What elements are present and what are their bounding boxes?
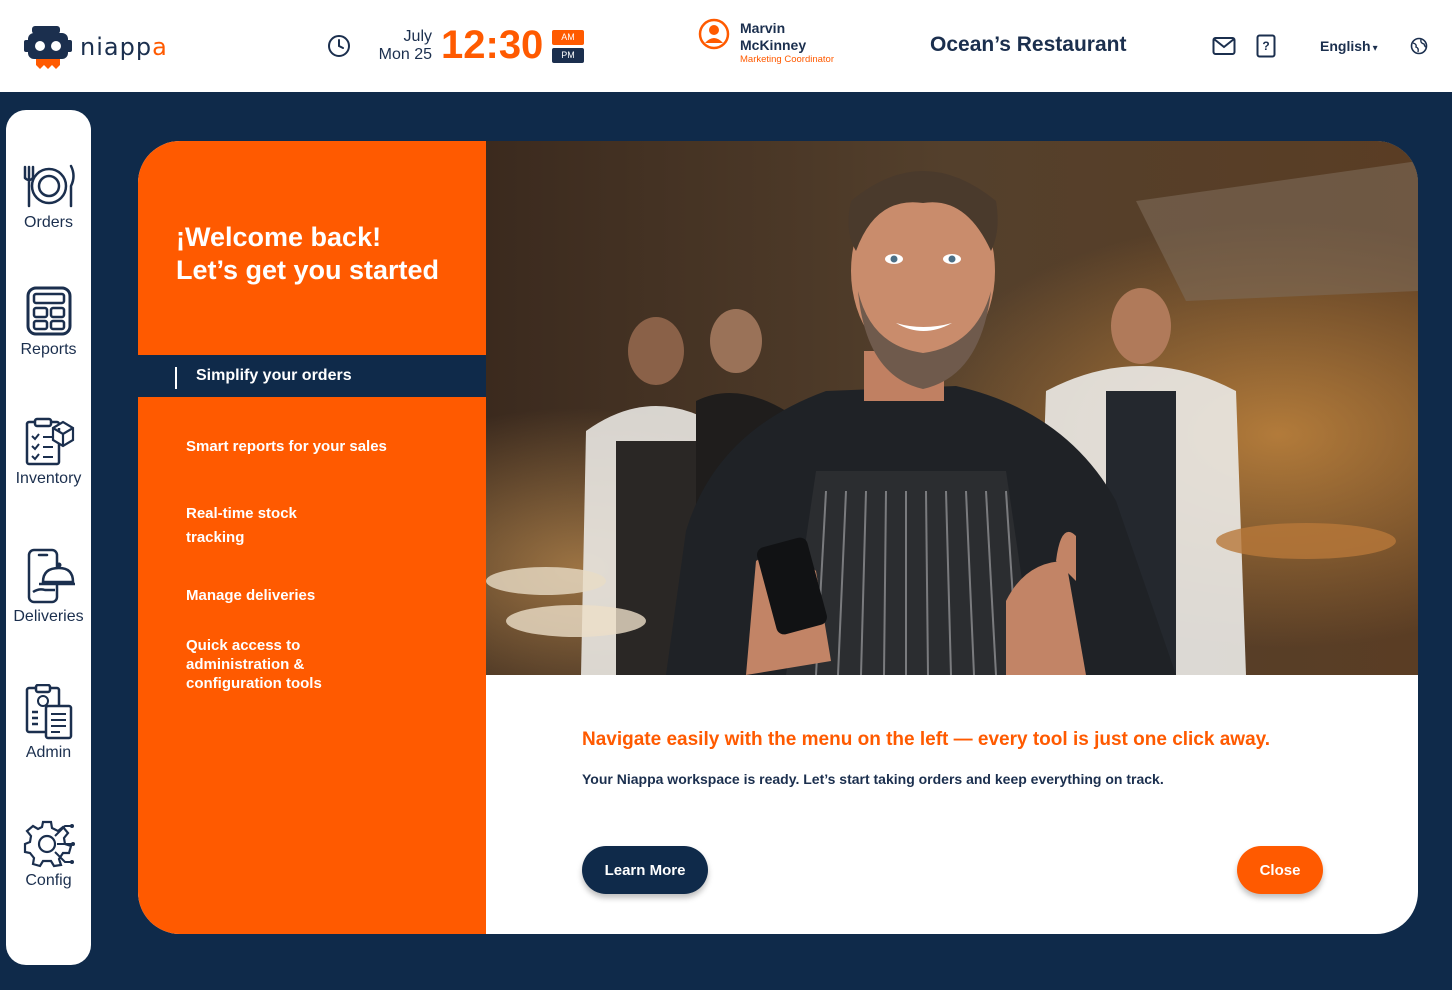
feature-item-stock[interactable]: Real-time stock tracking xyxy=(186,502,336,550)
feature-item-reports[interactable]: Smart reports for your sales xyxy=(186,435,446,459)
svg-text:?: ? xyxy=(1262,39,1269,53)
am-pm-indicator: AM PM xyxy=(552,30,584,66)
date-day: Mon 25 xyxy=(378,46,432,63)
globe-icon[interactable] xyxy=(1410,37,1428,55)
welcome-title: ¡Welcome back! Let’s get you started xyxy=(176,221,476,287)
user-name[interactable]: Marvin McKinney xyxy=(740,20,850,54)
dialog-headline: Navigate easily with the menu on the lef… xyxy=(582,729,1271,750)
phone-cloche-icon xyxy=(27,548,75,604)
feature-label-active: Simplify your orders xyxy=(196,367,352,384)
pm-badge: PM xyxy=(552,48,584,63)
sidebar-label-admin: Admin xyxy=(25,744,72,761)
clipboard-box-icon xyxy=(25,417,74,466)
sidebar: Orders Reports Inventory Deliveries Admi… xyxy=(6,110,91,965)
admin-documents-icon xyxy=(25,684,72,740)
sidebar-label-deliveries: Deliveries xyxy=(13,608,84,625)
top-bar: niappa July Mon 25 12:30 AM PM Marvin Mc… xyxy=(0,0,1452,92)
date: July Mon 25 xyxy=(366,28,432,64)
mail-icon[interactable] xyxy=(1212,36,1236,56)
plate-cutlery-icon xyxy=(23,164,75,208)
learn-more-button[interactable]: Learn More xyxy=(582,846,708,894)
sidebar-label-config: Config xyxy=(25,872,72,889)
help-book-icon[interactable]: ? xyxy=(1256,34,1276,58)
chef-kitchen-image xyxy=(486,141,1418,675)
feature-item-admin-tools[interactable]: Quick access to administration & configu… xyxy=(186,636,356,693)
restaurant-name: Ocean’s Restaurant xyxy=(930,33,1127,56)
sidebar-label-inventory: Inventory xyxy=(15,470,82,487)
sidebar-item-reports[interactable]: Reports xyxy=(6,285,91,359)
logo[interactable]: niappa xyxy=(24,22,189,72)
user-role: Marketing Coordinator xyxy=(740,54,834,65)
welcome-dialog: ¡Welcome back! Let’s get you started Sim… xyxy=(138,141,1418,934)
robot-logo-icon xyxy=(24,26,72,69)
calculator-icon xyxy=(26,286,71,336)
am-badge: AM xyxy=(552,30,584,45)
user-last-name: McKinney xyxy=(740,37,807,53)
logo-text: niappa xyxy=(80,33,168,61)
welcome-panel: ¡Welcome back! Let’s get you started Sim… xyxy=(138,141,486,934)
gear-circuit-icon xyxy=(23,820,75,868)
user-first-name: Marvin xyxy=(740,20,786,36)
clock-time: 12:30 xyxy=(441,23,544,67)
sidebar-item-inventory[interactable]: Inventory xyxy=(6,416,91,488)
feature-item-active[interactable]: Simplify your orders xyxy=(138,355,486,397)
chevron-down-icon: ▾ xyxy=(1372,43,1378,54)
welcome-line-1: ¡Welcome back! xyxy=(176,222,382,252)
sidebar-item-config[interactable]: Config xyxy=(6,818,91,890)
welcome-line-2: Let’s get you started xyxy=(176,255,440,285)
sidebar-item-deliveries[interactable]: Deliveries xyxy=(6,548,91,626)
user-avatar-icon[interactable] xyxy=(698,18,730,50)
language-selector[interactable]: English ▾ xyxy=(1320,38,1378,54)
sidebar-label-reports: Reports xyxy=(20,341,77,358)
sidebar-label-orders: Orders xyxy=(24,214,73,231)
sidebar-item-admin[interactable]: Admin xyxy=(6,684,91,762)
date-month: July xyxy=(403,28,432,45)
dialog-subtext: Your Niappa workspace is ready. Let’s st… xyxy=(582,771,1164,787)
close-button[interactable]: Close xyxy=(1237,846,1323,894)
feature-item-deliveries[interactable]: Manage deliveries xyxy=(186,584,446,608)
sidebar-item-orders[interactable]: Orders xyxy=(6,162,91,232)
language-label: English xyxy=(1320,38,1371,54)
active-indicator xyxy=(175,367,177,389)
clock-icon xyxy=(328,35,350,57)
chef-photo xyxy=(486,141,1418,675)
